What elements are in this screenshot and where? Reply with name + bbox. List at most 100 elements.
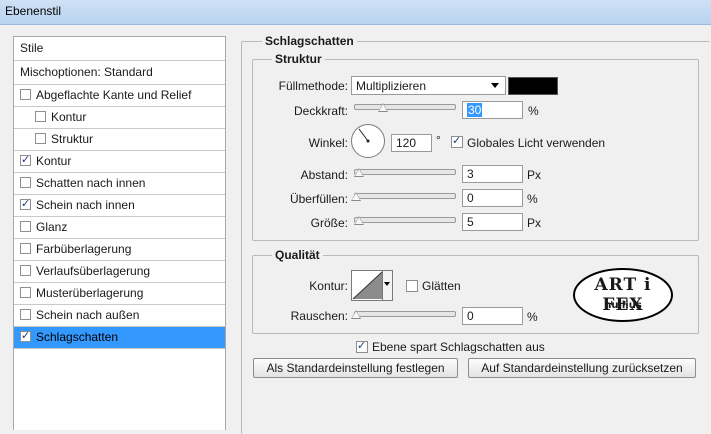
groesse-unit: Px (527, 216, 542, 230)
rauschen-slider-handle[interactable] (351, 310, 361, 319)
sidebar-item-label: Schatten nach innen (36, 176, 146, 190)
artifex-logo: ART i FEX nullius (572, 265, 674, 325)
sidebar-item-label: Schein nach außen (36, 308, 140, 322)
struktur-title: Struktur (272, 52, 325, 66)
fuellmethode-select[interactable]: Multiplizieren (351, 76, 506, 95)
sidebar-item-mischoptionen[interactable]: Mischoptionen: Standard (14, 61, 225, 85)
checkbox[interactable] (20, 309, 31, 320)
checkbox[interactable] (35, 133, 46, 144)
winkel-unit: ° (436, 133, 441, 147)
sidebar-item-struktur-sub[interactable]: Struktur (14, 129, 225, 151)
shadow-color-swatch[interactable] (508, 77, 558, 95)
sidebar-item-label: Musterüberlagerung (36, 286, 144, 300)
ueberfuellen-input[interactable]: 0 (462, 189, 523, 207)
groesse-label: Größe: (310, 216, 348, 230)
sidebar-item-kontur-sub[interactable]: Kontur (14, 107, 225, 129)
checkbox[interactable] (20, 197, 31, 210)
sidebar-item-label: Schein nach innen (36, 198, 135, 212)
deckkraft-label: Deckkraft: (293, 104, 348, 118)
global-light-checkbox[interactable] (451, 134, 463, 148)
abstand-slider-handle[interactable] (354, 168, 364, 177)
sidebar-item-label: Struktur (51, 132, 94, 146)
angle-dial[interactable] (351, 124, 385, 158)
sidebar-item-glanz[interactable]: Glanz (14, 217, 225, 239)
deckkraft-unit: % (528, 104, 539, 118)
winkel-input[interactable]: 120 (391, 134, 432, 152)
groesse-input[interactable]: 5 (462, 213, 523, 231)
checkbox[interactable] (20, 89, 31, 100)
qualitaet-title: Qualität (272, 248, 323, 262)
sidebar-item-label: Stile (20, 41, 44, 55)
contour-dropdown[interactable] (382, 271, 392, 300)
abstand-slider[interactable] (354, 169, 456, 175)
sidebar-item-label: Kontur (51, 110, 87, 124)
sidebar-item-stile[interactable]: Stile (14, 37, 225, 61)
ueberfuellen-value: 0 (467, 191, 474, 205)
sidebar-item-musterueberlagerung[interactable]: Musterüberlagerung (14, 283, 225, 305)
set-default-button[interactable]: Als Standardeinstellung festlegen (253, 358, 458, 378)
sidebar-item-label: Mischoptionen: Standard (20, 65, 153, 79)
glaetten-checkbox[interactable] (406, 280, 418, 292)
checkbox[interactable] (20, 287, 31, 298)
sidebar-item-kontur[interactable]: Kontur (14, 151, 225, 173)
logo-text-bottom: nullius (604, 300, 642, 311)
fuellmethode-label: Füllmethode: (278, 79, 348, 93)
fuellmethode-value: Multiplizieren (356, 79, 427, 93)
sidebar-item-schatten-nach-innen[interactable]: Schatten nach innen (14, 173, 225, 195)
winkel-value: 120 (396, 136, 417, 150)
checkbox[interactable] (35, 111, 46, 122)
deckkraft-slider-handle[interactable] (378, 103, 388, 112)
sidebar-item-label: Abgeflachte Kante und Relief (36, 88, 192, 102)
rauschen-label: Rauschen: (290, 309, 348, 323)
sidebar-item-label: Kontur (36, 154, 72, 168)
glaetten-label: Glätten (422, 279, 461, 293)
checkbox[interactable] (20, 243, 31, 254)
checkbox[interactable] (20, 329, 31, 342)
groesse-slider-handle[interactable] (354, 216, 364, 225)
rauschen-slider[interactable] (354, 311, 456, 317)
ebene-spart-checkbox[interactable] (356, 339, 368, 353)
rauschen-input[interactable]: 0 (462, 307, 523, 325)
sidebar-item-abgeflachte-kante[interactable]: Abgeflachte Kante und Relief (14, 85, 225, 107)
ebene-spart-label: Ebene spart Schlagschatten aus (372, 340, 545, 354)
checkbox[interactable] (20, 265, 31, 276)
abstand-input[interactable]: 3 (462, 165, 523, 183)
deckkraft-input[interactable]: 30 (462, 101, 523, 119)
sidebar-item-schein-nach-aussen[interactable]: Schein nach außen (14, 305, 225, 327)
ueberfuellen-unit: % (527, 192, 538, 206)
ueberfuellen-slider-handle[interactable] (351, 192, 361, 201)
window-title: Ebenenstil (5, 4, 62, 18)
abstand-value: 3 (467, 167, 474, 181)
groesse-value: 5 (467, 215, 474, 229)
deckkraft-slider[interactable] (354, 104, 456, 110)
winkel-label: Winkel: (308, 136, 348, 150)
sidebar-item-label: Schlagschatten (36, 330, 119, 344)
sidebar-item-label: Farbüberlagerung (36, 242, 132, 256)
contour-picker[interactable] (351, 270, 393, 301)
groesse-slider[interactable] (354, 217, 456, 223)
contour-preview-icon (352, 271, 383, 300)
sidebar-item-schlagschatten[interactable]: Schlagschatten (14, 327, 225, 349)
panel-title: Schlagschatten (262, 34, 357, 48)
deckkraft-value: 30 (467, 103, 483, 117)
chevron-down-icon (384, 282, 390, 286)
checkbox[interactable] (20, 153, 31, 166)
sidebar-item-verlaufsueberlagerung[interactable]: Verlaufsüberlagerung (14, 261, 225, 283)
sidebar-item-schein-nach-innen[interactable]: Schein nach innen (14, 195, 225, 217)
reset-default-button[interactable]: Auf Standardeinstellung zurücksetzen (468, 358, 696, 378)
sidebar-item-label: Glanz (36, 220, 68, 234)
rauschen-unit: % (527, 310, 538, 324)
checkbox[interactable] (20, 221, 31, 232)
abstand-label: Abstand: (300, 168, 348, 182)
chevron-down-icon (491, 83, 499, 88)
sidebar-item-farbueberlagerung[interactable]: Farbüberlagerung (14, 239, 225, 261)
rauschen-value: 0 (467, 309, 474, 323)
checkbox[interactable] (20, 177, 31, 188)
ueberfuellen-slider[interactable] (354, 193, 456, 199)
kontur-label: Kontur: (309, 279, 348, 293)
global-light-label: Globales Licht verwenden (467, 136, 606, 150)
sidebar-item-label: Verlaufsüberlagerung (36, 264, 151, 278)
styles-sidebar: Stile Mischoptionen: Standard Abgeflacht… (13, 36, 226, 430)
ueberfuellen-label: Überfüllen: (289, 192, 348, 206)
abstand-unit: Px (527, 168, 542, 182)
